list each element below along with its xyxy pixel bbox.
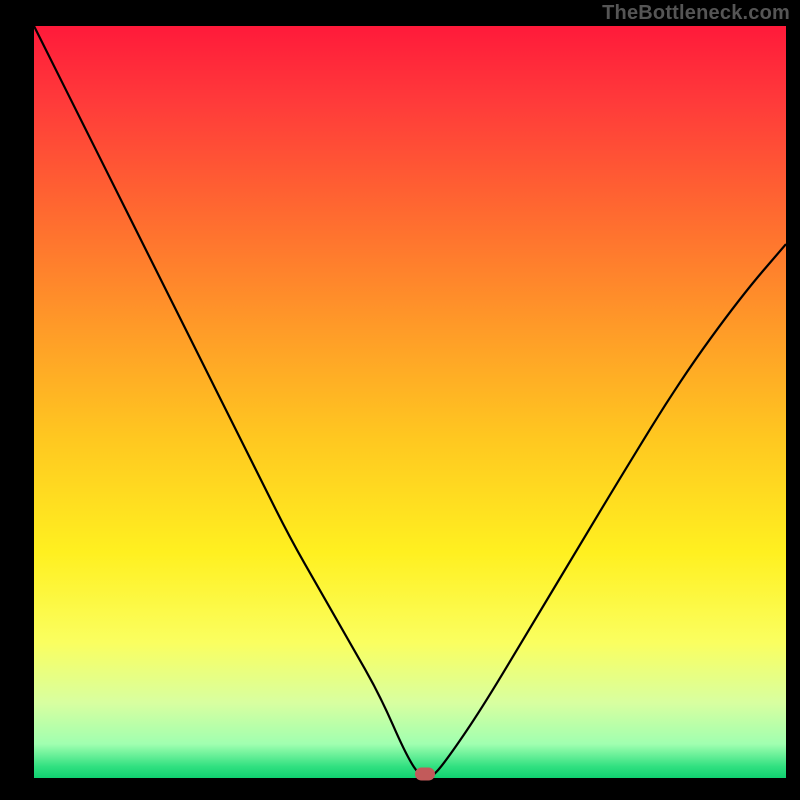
- attribution-text: TheBottleneck.com: [602, 2, 790, 25]
- bottleneck-curve: [34, 26, 786, 778]
- optimum-marker: [415, 768, 435, 781]
- plot-area: [34, 26, 786, 778]
- curve-path: [34, 26, 786, 778]
- chart-frame: TheBottleneck.com: [0, 0, 800, 800]
